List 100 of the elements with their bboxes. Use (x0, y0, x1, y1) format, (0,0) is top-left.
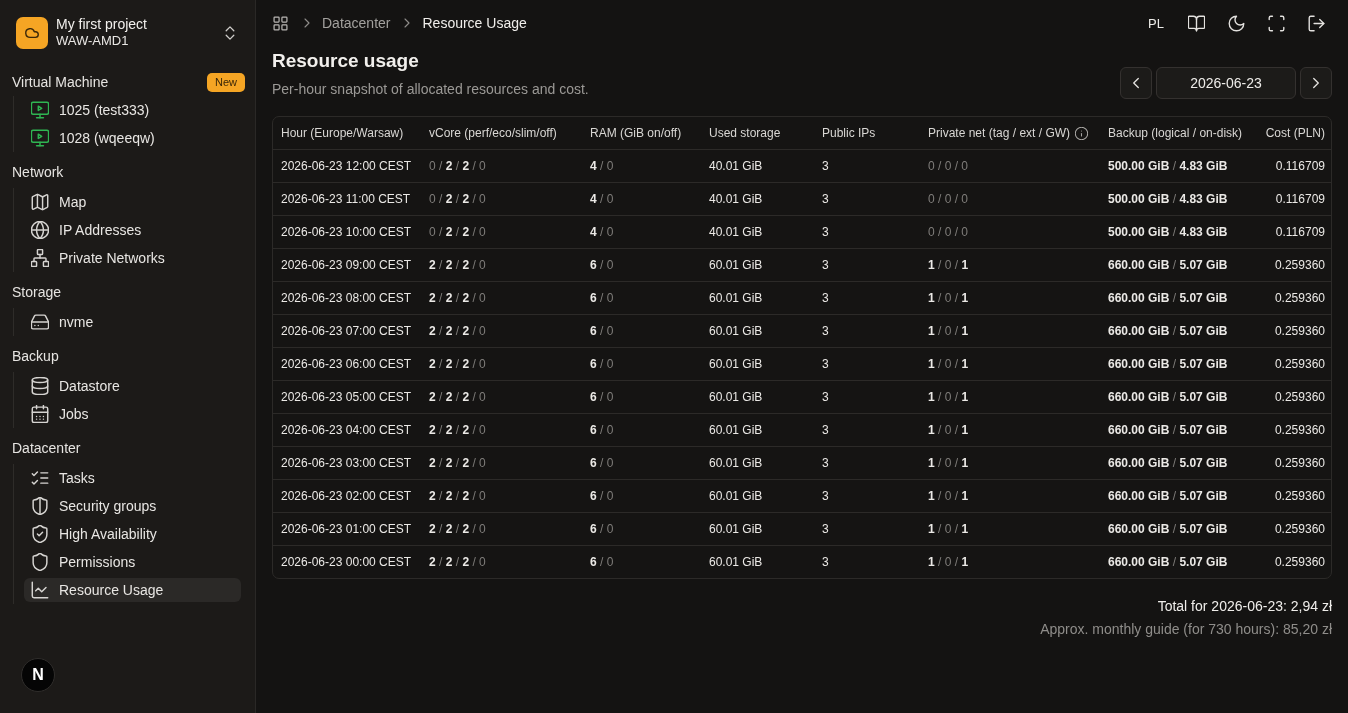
dev-indicator-button[interactable]: N (21, 658, 55, 692)
page-subtitle: Per-hour snapshot of allocated resources and cost. (272, 80, 589, 99)
table-cell: 6 / 0 (582, 512, 701, 546)
table-cell: 40.01 GiB (701, 215, 814, 249)
table-cell: 2026-06-23 09:00 CEST (273, 248, 421, 282)
table-cell: 660.00 GiB / 5.07 GiB (1100, 545, 1254, 578)
table-cell: 4 / 0 (582, 182, 701, 216)
table-cell: 0 / 2 / 2 / 0 (421, 215, 582, 249)
column-header: vCore (perf/eco/slim/off) (429, 126, 557, 140)
table-cell: 3 (814, 281, 920, 315)
table-cell: 40.01 GiB (701, 149, 814, 183)
database-icon (31, 377, 49, 395)
breadcrumb-current: Resource Usage (422, 15, 527, 31)
table-cell: 3 (814, 479, 920, 513)
table-cell: 2 / 2 / 2 / 0 (421, 314, 582, 348)
table-cell: 0.259360 (1254, 347, 1331, 381)
table-cell: 60.01 GiB (701, 248, 814, 282)
sidebar-item[interactable]: Map (24, 190, 241, 214)
table-cell: 3 (814, 380, 920, 414)
sidebar-item[interactable]: nvme (24, 310, 241, 334)
sidebar-item[interactable]: Permissions (24, 550, 241, 574)
map-icon (31, 193, 49, 211)
table-cell: 500.00 GiB / 4.83 GiB (1100, 182, 1254, 216)
table-cell: 0 / 0 / 0 (920, 149, 1100, 183)
section-label: Backup (12, 348, 59, 364)
logout-icon[interactable] (1307, 14, 1325, 32)
table-cell: 3 (814, 248, 920, 282)
table-cell: 2026-06-23 05:00 CEST (273, 380, 421, 414)
table-cell: 60.01 GiB (701, 380, 814, 414)
sidebar-item[interactable]: 1025 (test333) (24, 98, 241, 122)
table-cell: 4 / 0 (582, 215, 701, 249)
table-cell: 3 (814, 545, 920, 578)
table-cell: 60.01 GiB (701, 347, 814, 381)
table-cell: 2026-06-23 11:00 CEST (273, 182, 421, 216)
book-icon[interactable] (1187, 14, 1205, 32)
table-cell: 60.01 GiB (701, 314, 814, 348)
table-cell: 2026-06-23 02:00 CEST (273, 479, 421, 513)
table-cell: 500.00 GiB / 4.83 GiB (1100, 149, 1254, 183)
table-cell: 6 / 0 (582, 347, 701, 381)
table-cell: 0.259360 (1254, 512, 1331, 546)
calendar-icon (31, 405, 49, 423)
table-cell: 660.00 GiB / 5.07 GiB (1100, 248, 1254, 282)
section-label: Network (12, 164, 64, 180)
table-cell: 660.00 GiB / 5.07 GiB (1100, 446, 1254, 480)
table-cell: 2026-06-23 06:00 CEST (273, 347, 421, 381)
table-cell: 2 / 2 / 2 / 0 (421, 248, 582, 282)
table-cell: 60.01 GiB (701, 545, 814, 578)
sidebar-item[interactable]: Private Networks (24, 246, 241, 270)
table-cell: 0 / 0 / 0 (920, 182, 1100, 216)
sidebar-item[interactable]: Jobs (24, 402, 241, 426)
network-icon (31, 249, 49, 267)
breadcrumb-link[interactable]: Datacenter (322, 15, 391, 31)
sidebar-item[interactable]: Datastore (24, 374, 241, 398)
table-cell: 60.01 GiB (701, 446, 814, 480)
table-cell: 2026-06-23 10:00 CEST (273, 215, 421, 249)
table-cell: 60.01 GiB (701, 281, 814, 315)
table-cell: 0 / 2 / 2 / 0 (421, 149, 582, 183)
table-cell: 2 / 2 / 2 / 0 (421, 413, 582, 447)
sidebar-item[interactable]: Resource Usage (24, 578, 241, 602)
shield-icon (31, 497, 49, 515)
table-cell: 3 (814, 149, 920, 183)
table-cell: 60.01 GiB (701, 512, 814, 546)
table-cell: 2 / 2 / 2 / 0 (421, 347, 582, 381)
new-badge: New (207, 72, 245, 92)
table-cell: 6 / 0 (582, 479, 701, 513)
sidebar-item[interactable]: Security groups (24, 494, 241, 518)
table-cell: 40.01 GiB (701, 182, 814, 216)
table-cell: 660.00 GiB / 5.07 GiB (1100, 413, 1254, 447)
sidebar-item[interactable]: High Availability (24, 522, 241, 546)
info-icon[interactable] (1075, 126, 1089, 140)
table-cell: 0 / 0 / 0 (920, 215, 1100, 249)
section-label: Datacenter (12, 440, 81, 456)
cloud-logo-icon (16, 16, 48, 49)
table-cell: 2026-06-23 00:00 CEST (273, 545, 421, 578)
table-cell: 0.259360 (1254, 479, 1331, 513)
table-cell: 0.259360 (1254, 380, 1331, 414)
page-title: Resource usage (272, 49, 420, 73)
moon-icon[interactable] (1227, 14, 1245, 32)
table-cell: 2026-06-23 12:00 CEST (273, 149, 421, 183)
column-header: RAM (GiB on/off) (590, 126, 682, 140)
table-cell: 0.259360 (1254, 446, 1331, 480)
sidebar-item[interactable]: IP Addresses (24, 218, 241, 242)
date-picker-button[interactable]: 2026-06-23 (1156, 67, 1296, 99)
table-cell: 660.00 GiB / 5.07 GiB (1100, 479, 1254, 513)
table-cell: 1 / 0 / 1 (920, 281, 1100, 315)
table-cell: 2026-06-23 08:00 CEST (273, 281, 421, 315)
column-header: Hour (Europe/Warsaw) (281, 126, 404, 140)
table-cell: 3 (814, 446, 920, 480)
shield-check-icon (31, 525, 49, 543)
column-header: Used storage (709, 126, 781, 140)
fullscreen-icon[interactable] (1267, 14, 1285, 32)
table-cell: 660.00 GiB / 5.07 GiB (1100, 512, 1254, 546)
grid-icon[interactable] (273, 15, 288, 31)
sidebar-item[interactable]: Tasks (24, 466, 241, 490)
table-cell: 6 / 0 (582, 545, 701, 578)
language-button[interactable]: PL (1140, 7, 1172, 39)
table-cell: 3 (814, 314, 920, 348)
sidebar-item[interactable]: 1028 (wqeeqw) (24, 126, 241, 150)
table-cell: 0.259360 (1254, 545, 1331, 578)
section-label: Storage (12, 284, 62, 300)
